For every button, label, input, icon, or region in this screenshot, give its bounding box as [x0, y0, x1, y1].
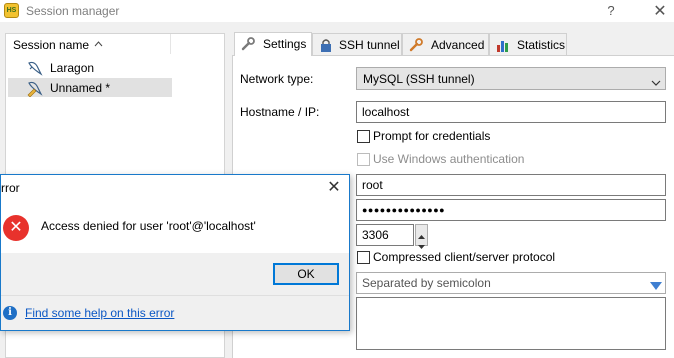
wrench-icon — [240, 36, 256, 52]
info-icon: i — [3, 306, 17, 320]
session-column-label: Session name — [13, 38, 90, 52]
network-type-value: MySQL (SSH tunnel) — [363, 72, 475, 86]
title-bar: HS Session manager ? ✕ — [0, 0, 674, 22]
user-value: root — [362, 178, 383, 192]
port-value: 3306 — [362, 228, 389, 242]
ok-button[interactable]: OK — [273, 263, 339, 285]
tab-ssh-tunnel[interactable]: SSH tunnel — [312, 33, 402, 55]
session-column-header[interactable]: Session name — [6, 34, 224, 54]
column-divider — [170, 34, 171, 54]
tab-label: Advanced — [431, 38, 485, 52]
hostname-label: Hostname / IP: — [240, 105, 320, 119]
prompt-credentials-label: Prompt for credentials — [373, 129, 491, 143]
window-title: Session manager — [26, 4, 120, 18]
wrench-icon — [408, 37, 424, 53]
tab-label: Settings — [263, 37, 307, 51]
password-input[interactable]: ●●●●●●●●●●●●●● — [356, 199, 666, 221]
compressed-protocol-checkbox[interactable] — [357, 251, 370, 264]
databases-combo[interactable]: Separated by semicolon — [356, 272, 666, 294]
help-button[interactable]: ? — [604, 3, 618, 18]
prompt-credentials-checkbox[interactable] — [357, 130, 370, 143]
windows-auth-label: Use Windows authentication — [373, 152, 525, 166]
error-message: Access denied for user 'root'@'localhost… — [41, 219, 256, 233]
user-input[interactable]: root — [356, 174, 666, 196]
port-spinner[interactable] — [415, 224, 428, 249]
session-item-laragon[interactable]: Laragon — [8, 58, 172, 77]
network-type-select[interactable]: MySQL (SSH tunnel) — [356, 67, 666, 90]
windows-auth-checkbox[interactable] — [357, 153, 370, 166]
tab-settings[interactable]: Settings — [234, 32, 312, 56]
port-input[interactable]: 3306 — [356, 224, 414, 246]
compressed-protocol-label: Compressed client/server protocol — [373, 250, 556, 264]
dolphin-icon — [26, 59, 44, 77]
dialog-close-button[interactable]: ✕ — [325, 177, 343, 197]
tab-advanced[interactable]: Advanced — [402, 33, 489, 55]
network-type-label: Network type: — [240, 72, 314, 86]
session-item-unnamed[interactable]: Unnamed * — [8, 78, 172, 98]
databases-placeholder: Separated by semicolon — [362, 276, 491, 290]
session-item-label: Laragon — [50, 61, 95, 75]
tab-statistics[interactable]: Statistics — [489, 33, 567, 55]
error-dialog: rror ✕ ✕ Access denied for user 'root'@'… — [0, 174, 350, 331]
help-link[interactable]: Find some help on this error — [25, 306, 174, 320]
tab-label: SSH tunnel — [339, 38, 400, 52]
dolphin-edit-icon — [26, 79, 44, 98]
comment-textarea[interactable] — [356, 297, 666, 350]
lock-icon — [318, 37, 334, 53]
heidisql-app-icon: HS — [4, 3, 19, 18]
hostname-value: localhost — [362, 105, 410, 119]
dropdown-arrow-icon[interactable] — [650, 279, 662, 293]
error-icon: ✕ — [3, 215, 29, 241]
bar-chart-icon — [495, 37, 511, 53]
chevron-down-icon — [651, 75, 661, 89]
window-close-button[interactable]: ✕ — [650, 1, 670, 21]
password-mask: ●●●●●●●●●●●●●● — [362, 205, 446, 215]
sort-ascending-icon — [94, 39, 103, 49]
dialog-title: rror — [1, 181, 20, 195]
hostname-input[interactable]: localhost — [356, 101, 666, 123]
session-item-label: Unnamed * — [50, 81, 111, 95]
tab-label: Statistics — [517, 38, 566, 52]
